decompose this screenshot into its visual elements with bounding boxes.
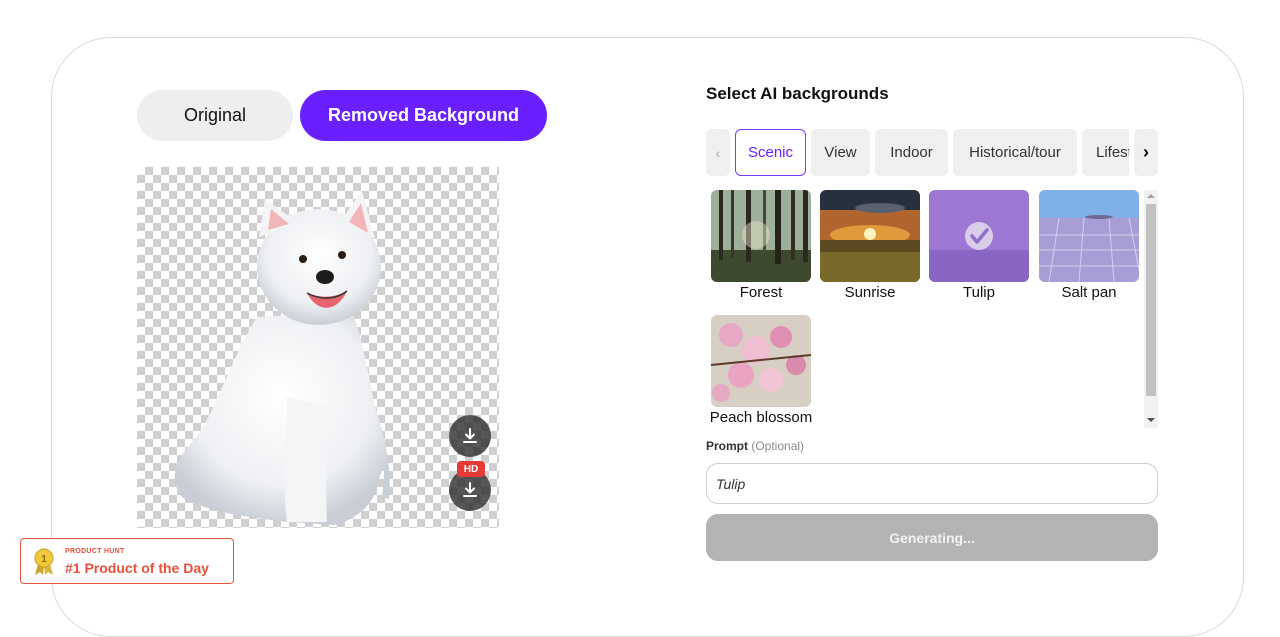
tab-lifestyle[interactable]: Lifestyle xyxy=(1082,129,1129,176)
removed-background-button[interactable]: Removed Background xyxy=(300,90,547,141)
thumb-peach-blossom-label: Peach blossom xyxy=(709,409,813,426)
thumb-tulip[interactable] xyxy=(929,190,1029,282)
scroll-down-arrow[interactable] xyxy=(1147,418,1155,422)
generate-button[interactable]: Generating... xyxy=(706,514,1158,561)
chevron-left-icon: ‹ xyxy=(715,144,721,161)
tab-view[interactable]: View xyxy=(811,129,870,176)
thumb-salt-pan-label: Salt pan xyxy=(1061,284,1117,301)
hd-badge: HD xyxy=(457,461,485,477)
thumb-forest[interactable] xyxy=(711,190,811,282)
product-hunt-badge[interactable]: 1 PRODUCT HUNT #1 Product of the Day xyxy=(20,538,234,584)
prompt-optional-text: (Optional) xyxy=(751,439,805,453)
tab-indoor[interactable]: Indoor xyxy=(875,129,948,176)
dog-cutout-image xyxy=(174,191,390,525)
thumb-forest-label: Forest xyxy=(739,284,783,301)
chevron-right-icon: › xyxy=(1143,142,1149,162)
tulip-image xyxy=(929,190,1029,282)
thumb-peach-blossom[interactable] xyxy=(711,315,811,407)
scroll-up-arrow[interactable] xyxy=(1147,194,1155,198)
salt-pan-image xyxy=(1039,190,1139,282)
download-icon xyxy=(463,482,477,497)
prompt-label-text: Prompt xyxy=(706,439,748,453)
original-button[interactable]: Original xyxy=(137,90,293,141)
thumb-salt-pan[interactable] xyxy=(1039,190,1139,282)
scroll-thumb[interactable] xyxy=(1146,204,1156,396)
background-grid: Forest Sunrise Tulip Salt pan Peach blos… xyxy=(706,188,1158,428)
prompt-label: Prompt (Optional) xyxy=(706,439,804,453)
download-icon xyxy=(463,428,477,443)
thumb-tulip-label: Tulip xyxy=(963,284,995,301)
download-button[interactable] xyxy=(449,415,491,457)
product-hunt-label: PRODUCT HUNT xyxy=(65,548,125,555)
tab-scenic[interactable]: Scenic xyxy=(735,129,806,176)
product-hunt-title: #1 Product of the Day xyxy=(65,560,209,576)
forest-image xyxy=(711,190,811,282)
svg-text:1: 1 xyxy=(41,554,47,565)
sunrise-image xyxy=(820,190,920,282)
prompt-input[interactable] xyxy=(706,463,1158,504)
tabs-next-button[interactable]: › xyxy=(1134,129,1158,176)
medal-icon: 1 xyxy=(34,548,54,575)
tabs-prev-button[interactable]: ‹ xyxy=(706,129,730,176)
section-title: Select AI backgrounds xyxy=(706,84,889,103)
thumb-sunrise[interactable] xyxy=(820,190,920,282)
result-preview xyxy=(137,167,499,528)
grid-scrollbar[interactable] xyxy=(1144,190,1158,428)
category-tabs: ‹ Scenic View Indoor Historical/tour Lif… xyxy=(706,129,1158,176)
peach-blossom-image xyxy=(711,315,811,407)
tabs-scroller: Scenic View Indoor Historical/tour Lifes… xyxy=(735,129,1129,176)
thumb-sunrise-label: Sunrise xyxy=(844,284,896,301)
tab-historical-tour[interactable]: Historical/tour xyxy=(953,129,1077,176)
